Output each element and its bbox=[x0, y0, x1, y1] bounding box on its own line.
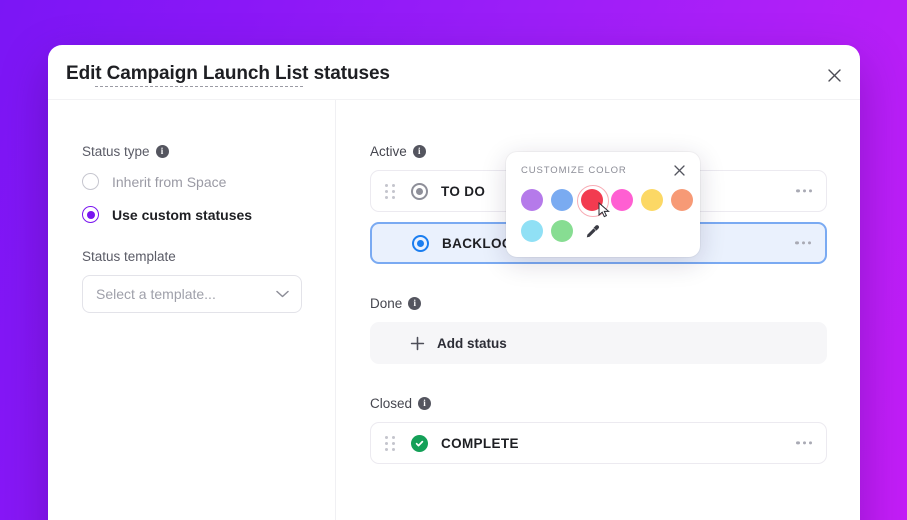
close-modal-button[interactable] bbox=[822, 63, 846, 87]
color-swatch-grid bbox=[521, 185, 693, 242]
status-template-label: Status template bbox=[82, 249, 176, 264]
edit-statuses-modal: Edit Campaign Launch List statuses Statu… bbox=[48, 45, 860, 520]
status-name-to-do: TO DO bbox=[441, 183, 486, 199]
plus-icon bbox=[410, 336, 425, 351]
group-closed-text: Closed bbox=[370, 396, 413, 411]
eyedropper-icon[interactable] bbox=[581, 220, 603, 242]
status-dot-icon[interactable] bbox=[412, 234, 429, 252]
page-title: Edit Campaign Launch List statuses bbox=[66, 63, 390, 84]
radio-use-custom-statuses[interactable]: Use custom statuses bbox=[82, 206, 335, 223]
row-more-options-button[interactable] bbox=[795, 241, 811, 245]
group-label-closed: Closed i bbox=[370, 396, 827, 411]
group-label-done: Done i bbox=[370, 296, 827, 311]
color-swatch-green[interactable] bbox=[551, 220, 573, 242]
color-swatch-purple[interactable] bbox=[521, 189, 543, 211]
status-template-value: Select a template... bbox=[96, 286, 216, 302]
status-dot-icon[interactable] bbox=[411, 182, 428, 200]
close-icon bbox=[674, 165, 685, 176]
status-type-label-group: Status type i bbox=[82, 144, 335, 159]
info-icon[interactable]: i bbox=[412, 145, 426, 158]
modal-body: Status type i Inherit from Space Use cus… bbox=[48, 100, 860, 520]
info-icon[interactable]: i bbox=[418, 397, 432, 410]
title-underline bbox=[95, 86, 303, 87]
radio-inherit-from-space[interactable]: Inherit from Space bbox=[82, 173, 335, 190]
status-name-complete: COMPLETE bbox=[441, 435, 519, 451]
color-swatch-blue[interactable] bbox=[551, 189, 573, 211]
group-active-text: Active bbox=[370, 144, 407, 159]
status-template-label-group: Status template bbox=[82, 249, 335, 264]
add-status-button[interactable]: Add status bbox=[370, 322, 827, 364]
color-swatch-orange[interactable] bbox=[671, 189, 693, 211]
row-more-options-button[interactable] bbox=[796, 189, 812, 193]
drag-handle-icon[interactable] bbox=[385, 183, 397, 199]
customize-color-popup: CUSTOMIZE COLOR bbox=[506, 152, 700, 257]
info-icon[interactable]: i bbox=[155, 145, 169, 158]
info-icon[interactable]: i bbox=[408, 297, 422, 310]
row-more-options-button[interactable] bbox=[796, 441, 812, 445]
group-done-text: Done bbox=[370, 296, 403, 311]
popup-close-button[interactable] bbox=[674, 165, 685, 176]
color-swatch-pink[interactable] bbox=[611, 189, 633, 211]
popup-title: CUSTOMIZE COLOR bbox=[521, 165, 627, 176]
status-name-backlog[interactable]: BACKLOG bbox=[442, 235, 516, 251]
left-settings-pane: Status type i Inherit from Space Use cus… bbox=[48, 100, 336, 520]
add-status-label: Add status bbox=[437, 335, 507, 351]
modal-header: Edit Campaign Launch List statuses bbox=[48, 45, 860, 100]
status-template-select[interactable]: Select a template... bbox=[82, 275, 302, 313]
drag-handle-icon[interactable] bbox=[385, 435, 397, 451]
status-check-icon[interactable] bbox=[411, 434, 428, 452]
statuses-pane: Active i TO DO BACKLOG Done i Add status… bbox=[336, 100, 860, 520]
radio-button-unchecked-icon bbox=[82, 173, 99, 190]
color-swatch-yellow[interactable] bbox=[641, 189, 663, 211]
color-swatch-light-blue[interactable] bbox=[521, 220, 543, 242]
radio-custom-label: Use custom statuses bbox=[112, 206, 253, 223]
chevron-down-icon bbox=[276, 290, 289, 298]
mouse-cursor-icon bbox=[598, 202, 610, 218]
status-row-complete[interactable]: COMPLETE bbox=[370, 422, 827, 464]
radio-inherit-label: Inherit from Space bbox=[112, 173, 227, 190]
status-type-label: Status type bbox=[82, 144, 150, 159]
radio-button-checked-icon bbox=[82, 206, 99, 223]
close-icon bbox=[827, 68, 841, 82]
color-swatch-red[interactable] bbox=[577, 185, 610, 218]
popup-header: CUSTOMIZE COLOR bbox=[521, 165, 685, 176]
